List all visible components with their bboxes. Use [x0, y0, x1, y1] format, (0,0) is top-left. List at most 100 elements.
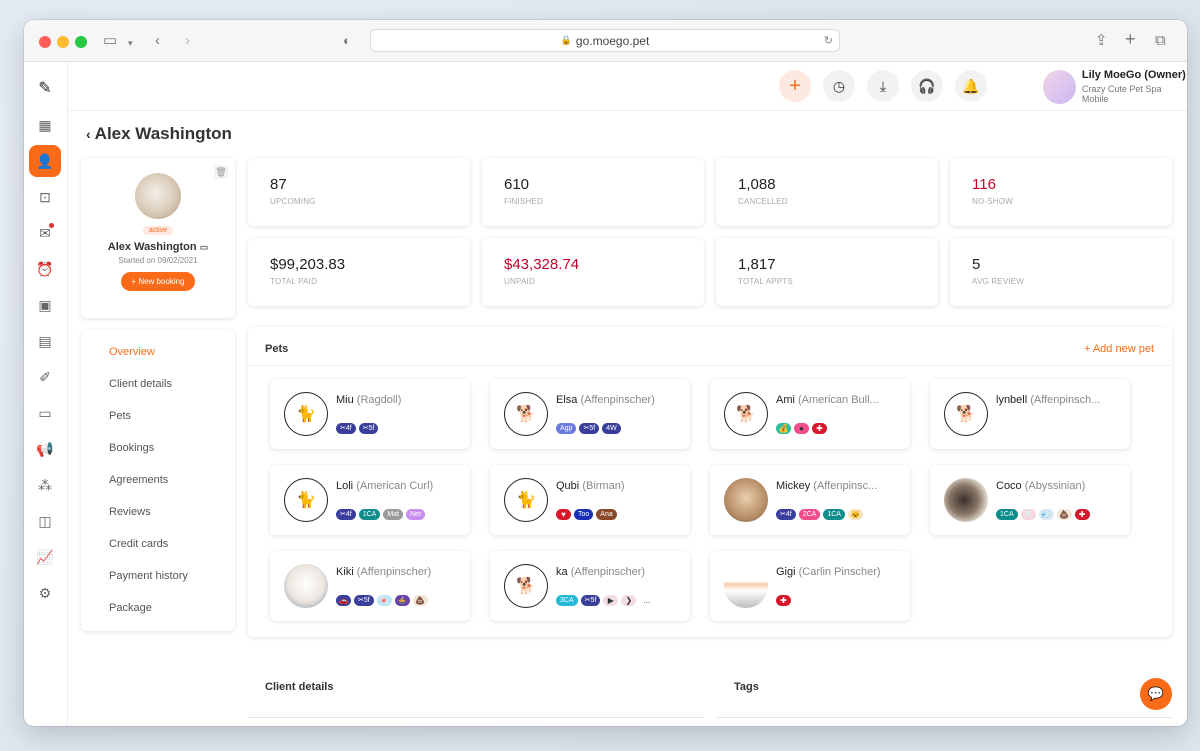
- pet-name-line: Qubi (Birman): [556, 480, 682, 492]
- ticket-icon[interactable]: ▭: [29, 397, 61, 429]
- pet-card[interactable]: Gigi (Carlin Pinscher) ✚: [710, 551, 910, 621]
- tags-heading: Tags: [734, 681, 759, 693]
- clipboard-icon[interactable]: ▤: [29, 325, 61, 357]
- maximize-window-button[interactable]: [75, 36, 87, 48]
- pet-tag: ❯: [621, 595, 637, 606]
- pet-tags: 💰 ● ✚: [776, 423, 827, 434]
- pet-card[interactable]: Kiki (Affenpinscher) 🚗 ✂5f 🍬 🍲 💩: [270, 551, 470, 621]
- pet-name-line: Miu (Ragdoll): [336, 394, 462, 406]
- client-avatar: [135, 173, 181, 219]
- pet-tag: ✂5f: [580, 595, 601, 606]
- forward-arrow-icon[interactable]: ›: [185, 32, 190, 50]
- stat-label: CANCELLED: [738, 197, 788, 206]
- chat-launcher-button[interactable]: 💬: [1140, 678, 1172, 710]
- stat-label: TOTAL APPTS: [738, 277, 793, 286]
- pen-icon[interactable]: ✐: [29, 361, 61, 393]
- messages-icon[interactable]: ✉: [29, 217, 61, 249]
- pet-card[interactable]: Coco (Abyssinian) 1CA 🦷 💨 💩 ✚: [930, 465, 1130, 535]
- pet-tag: 🦷: [1020, 509, 1036, 520]
- pet-tag: ✂4f: [776, 509, 796, 520]
- pet-photo: [724, 478, 768, 522]
- sidebar-toggle-icon[interactable]: ▭: [103, 32, 117, 50]
- shield-icon[interactable]: ◐: [343, 32, 351, 50]
- page-title-row[interactable]: ‹ Alex Washington: [86, 124, 232, 144]
- stat-value: 5: [972, 256, 981, 273]
- nav-item[interactable]: Pets: [81, 408, 235, 440]
- stat-label: UPCOMING: [270, 197, 316, 206]
- calendar-icon[interactable]: ▦: [29, 109, 61, 141]
- nav-item[interactable]: Reviews: [81, 504, 235, 536]
- minimize-window-button[interactable]: [57, 36, 69, 48]
- download-button[interactable]: ⤓: [867, 70, 899, 102]
- close-window-button[interactable]: [39, 36, 51, 48]
- download-icon: ⤓: [879, 77, 887, 94]
- wallet-icon[interactable]: ▣: [29, 289, 61, 321]
- pet-card[interactable]: 🐈 Miu (Ragdoll) ✂4f ✂5f: [270, 379, 470, 449]
- url-bar[interactable]: 🔒 go.moego.pet ↻: [370, 29, 840, 52]
- chat-bubble-icon: 💬: [1147, 686, 1165, 701]
- nav-item[interactable]: Package: [81, 600, 235, 632]
- support-button[interactable]: 🎧: [911, 70, 943, 102]
- pet-tags: ♥ Too Ana: [556, 509, 617, 520]
- pet-tag: 🐱: [847, 509, 863, 520]
- pet-tag: Ner: [406, 509, 426, 520]
- card-icon[interactable]: ▭: [200, 242, 209, 252]
- pet-card[interactable]: 🐕 Elsa (Affenpinscher) Agp ✂5f 4W: [490, 379, 690, 449]
- pet-name: lynbell: [996, 394, 1028, 406]
- pet-tag: ✚: [812, 423, 827, 434]
- account-menu[interactable]: Lily MoeGo (Owner) Crazy Cute Pet Spa Mo…: [1043, 69, 1187, 104]
- back-arrow-icon[interactable]: ‹: [155, 32, 160, 50]
- pet-tag: 1CA: [823, 509, 845, 520]
- shopping-bag-icon[interactable]: ◫: [29, 505, 61, 537]
- add-pet-link[interactable]: + Add new pet: [1084, 343, 1154, 355]
- nav-item[interactable]: Client details: [81, 376, 235, 408]
- pet-card[interactable]: Mickey (Affenpinsc... ✂4f 2CA 1CA 🐱: [710, 465, 910, 535]
- nav-item[interactable]: Bookings: [81, 440, 235, 472]
- pet-card[interactable]: 🐈 Loli (American Curl) ✂4f 1CA Mat Ner: [270, 465, 470, 535]
- stat-card: 610 FINISHED: [482, 158, 704, 226]
- pet-card[interactable]: 🐕 ka (Affenpinscher) 3CA ✂5f ▶ ❯...: [490, 551, 690, 621]
- history-button[interactable]: ◷: [823, 70, 855, 102]
- pet-breed: (Ragdoll): [356, 394, 402, 406]
- nav-item[interactable]: Agreements: [81, 472, 235, 504]
- org-chart-icon[interactable]: ⁂: [29, 469, 61, 501]
- pet-tags: 3CA ✂5f ▶ ❯...: [556, 595, 654, 606]
- chevron-down-icon[interactable]: ▾: [128, 34, 133, 52]
- nav-item[interactable]: Credit cards: [81, 536, 235, 568]
- notifications-button[interactable]: 🔔: [955, 70, 987, 102]
- moego-logo-icon[interactable]: ✎: [29, 72, 61, 104]
- pet-card[interactable]: 🐕 Ami (American Bull... 💰 ● ✚: [710, 379, 910, 449]
- retail-bag-icon[interactable]: ⊡: [29, 181, 61, 213]
- alarm-icon[interactable]: ⏰: [29, 253, 61, 285]
- megaphone-icon[interactable]: 📢: [29, 433, 61, 465]
- new-tab-icon[interactable]: +: [1125, 30, 1136, 48]
- pets-panel: Pets + Add new pet 🐈 Miu (Ragdoll) ✂4f ✂5f 🐕…: [248, 327, 1172, 637]
- dog-icon: 🐕: [724, 392, 768, 436]
- tabs-overview-icon[interactable]: ⧉: [1155, 32, 1166, 50]
- top-header: + ◷ ⤓ 🎧 🔔 Lily MoeGo (Owner) Crazy Cute …: [68, 62, 1187, 111]
- pet-tag: 💩: [1056, 509, 1072, 520]
- chart-line-icon[interactable]: 📈: [29, 541, 61, 573]
- pet-name: Mickey: [776, 480, 811, 492]
- back-chevron-icon[interactable]: ‹: [86, 126, 91, 142]
- trash-icon[interactable]: 🗑: [214, 165, 228, 179]
- pet-tags: ✂4f ✂5f: [336, 423, 379, 434]
- bell-icon: 🔔: [962, 77, 980, 94]
- stat-value: 610: [504, 176, 530, 193]
- clients-icon[interactable]: 👤: [29, 145, 61, 177]
- quick-add-button[interactable]: +: [779, 70, 811, 102]
- settings-gear-icon[interactable]: ⚙: [29, 577, 61, 609]
- reload-icon[interactable]: ↻: [824, 34, 833, 47]
- pet-name-line: Loli (American Curl): [336, 480, 462, 492]
- client-name: Alex Washington: [107, 241, 197, 253]
- client-since: Started on 09/02/2021: [118, 256, 198, 265]
- pet-card[interactable]: 🐕 lynbell (Affenpinsch...: [930, 379, 1130, 449]
- nav-item[interactable]: Overview: [81, 344, 235, 376]
- pet-tag: 1CA: [358, 509, 381, 520]
- pet-name-line: Elsa (Affenpinscher): [556, 394, 682, 406]
- new-booking-button[interactable]: + New booking: [121, 272, 195, 291]
- share-icon[interactable]: ⇪: [1095, 32, 1108, 50]
- pet-card[interactable]: 🐈 Qubi (Birman) ♥ Too Ana: [490, 465, 690, 535]
- pet-tag: ✚: [1074, 509, 1090, 520]
- nav-item[interactable]: Payment history: [81, 568, 235, 600]
